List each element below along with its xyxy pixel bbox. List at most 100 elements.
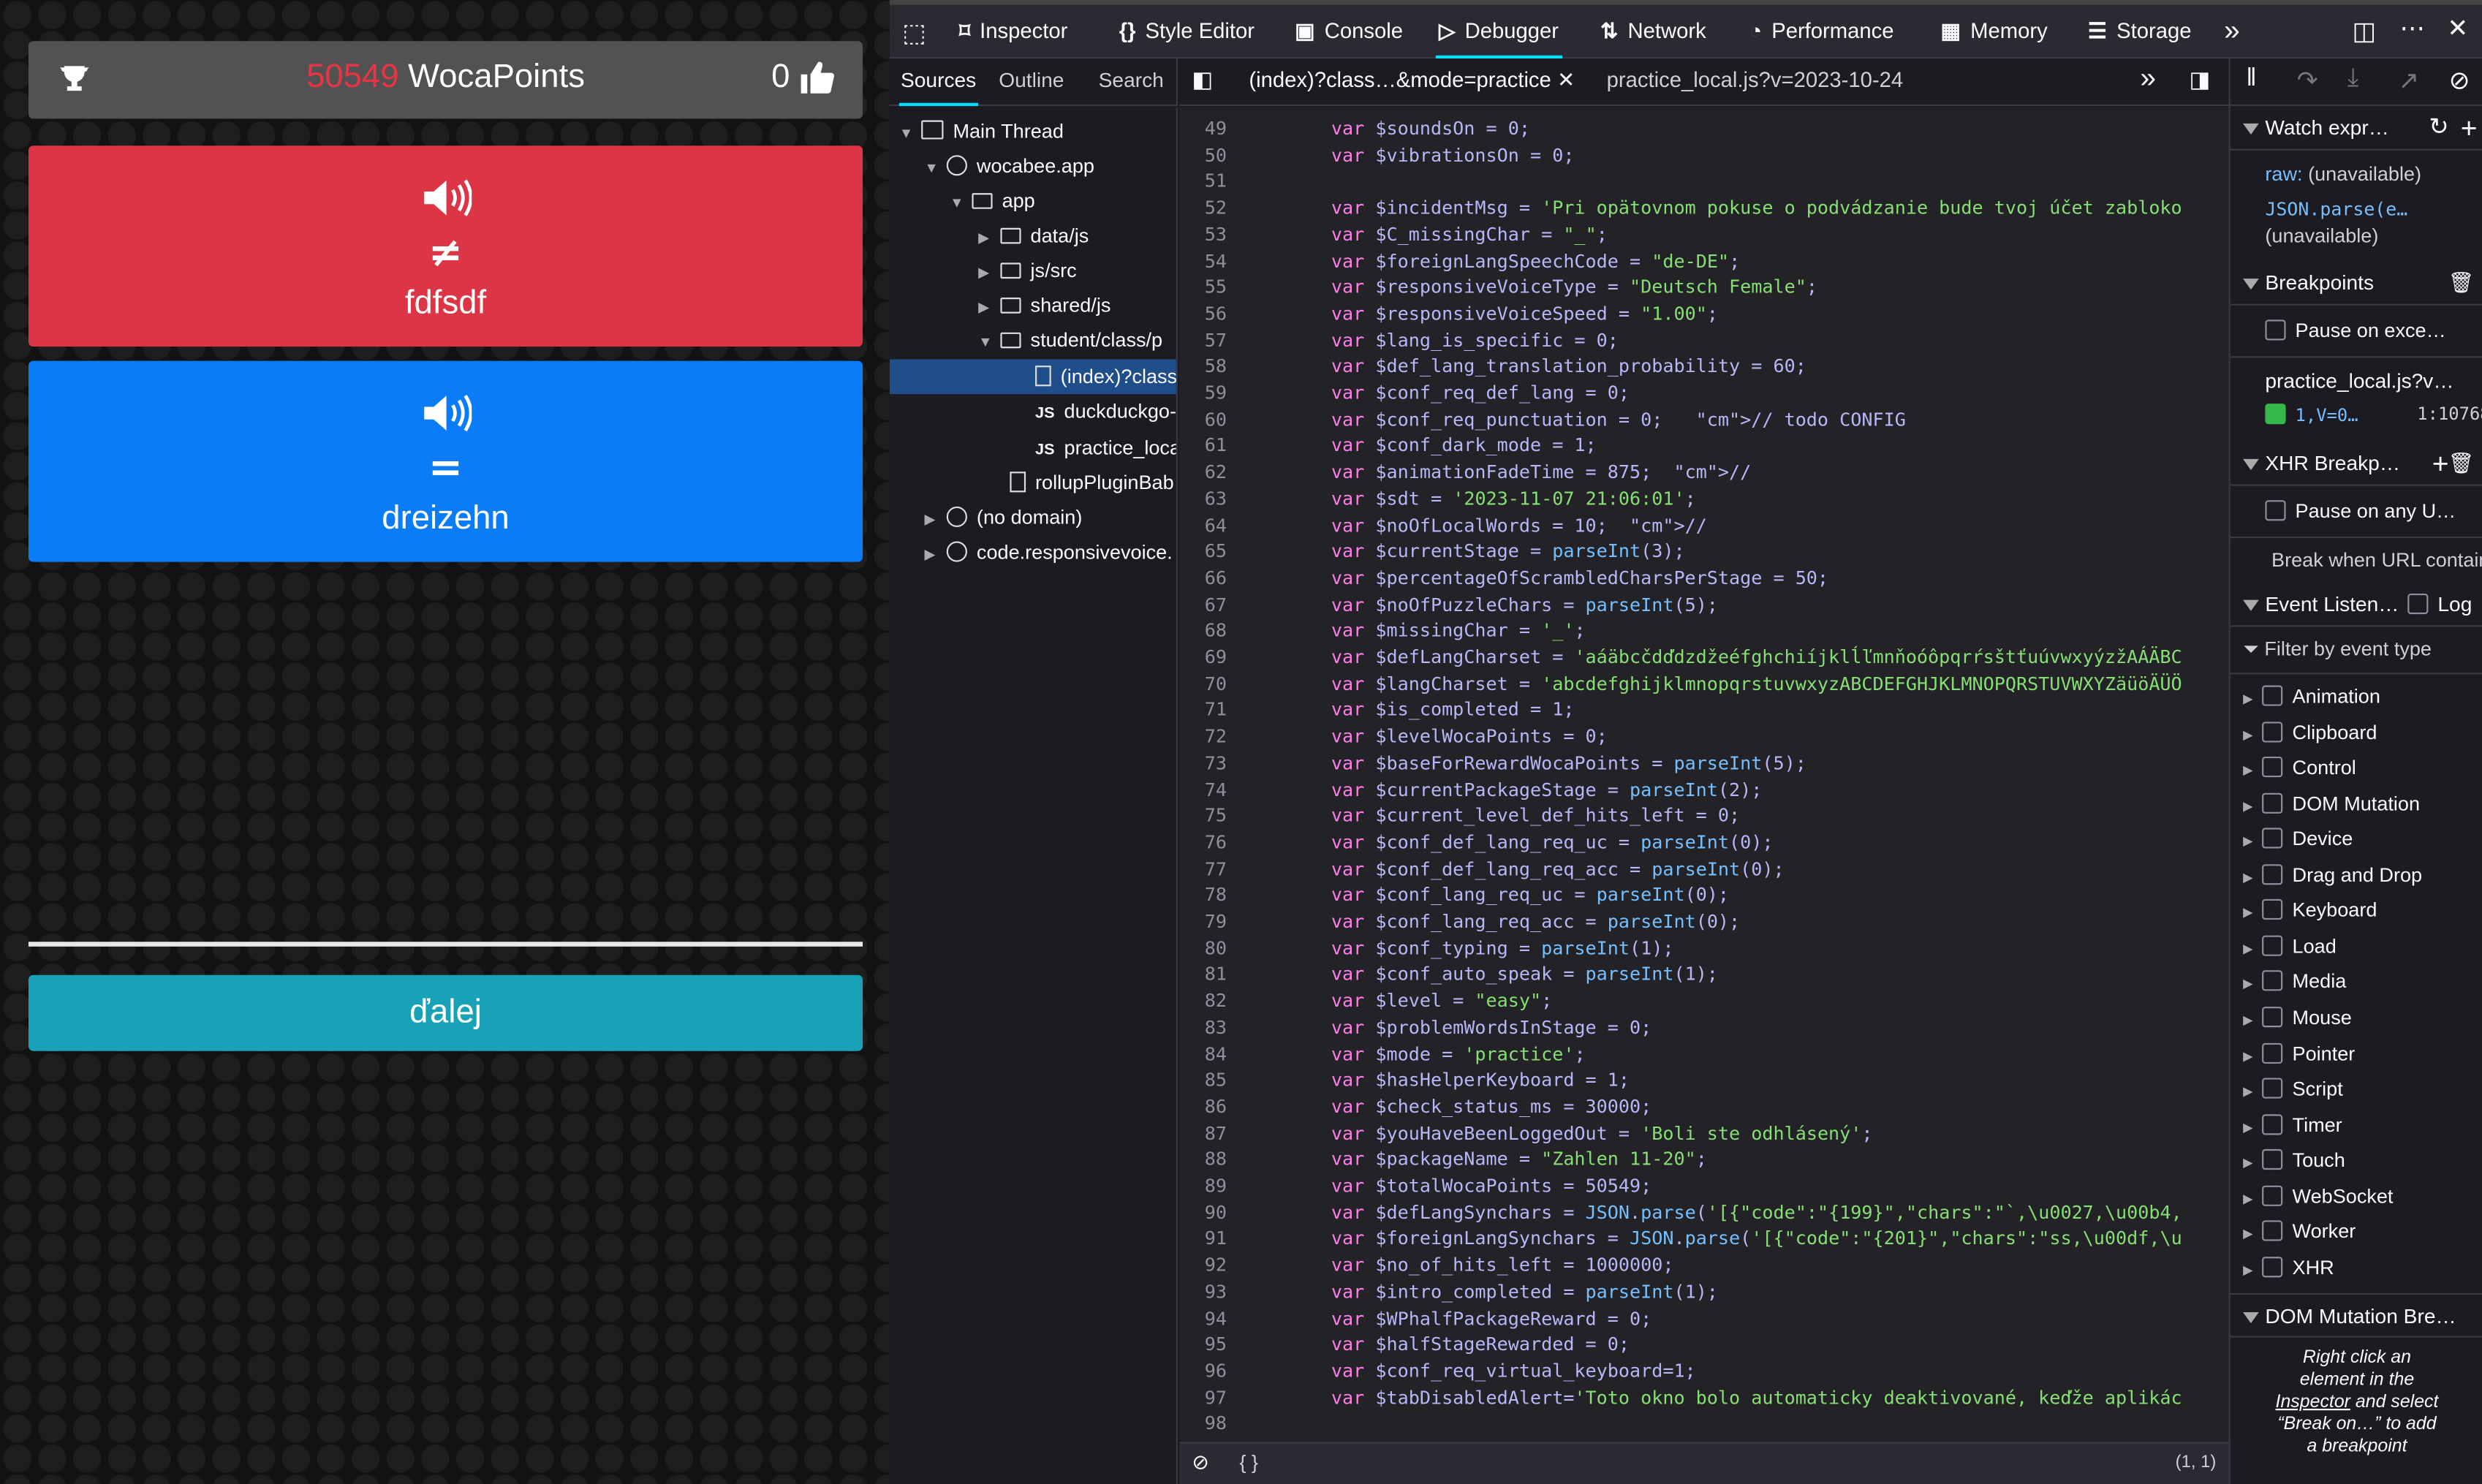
tree-item[interactable]: ▶ code.responsivevoice. xyxy=(924,535,1173,570)
line-number[interactable]: 53 xyxy=(1179,223,1227,245)
line-number[interactable]: 59 xyxy=(1179,382,1227,404)
line-number[interactable]: 60 xyxy=(1179,408,1227,430)
line-number[interactable]: 95 xyxy=(1179,1333,1227,1355)
pretty-print-icon[interactable]: { } xyxy=(1239,1451,1258,1473)
file-tab-index[interactable]: (index)?class…&mode=practice ✕ xyxy=(1249,68,1575,94)
dock-icon[interactable]: ◫ xyxy=(2352,16,2376,48)
tab-outline[interactable]: Outline xyxy=(999,68,1064,91)
inspector-link[interactable]: Inspector xyxy=(2276,1393,2350,1412)
line-number[interactable]: 68 xyxy=(1179,619,1227,641)
line-number[interactable]: 63 xyxy=(1179,487,1227,509)
tab-sources[interactable]: Sources xyxy=(901,68,976,91)
line-number[interactable]: 69 xyxy=(1179,646,1227,667)
close-icon[interactable]: ✕ xyxy=(2447,12,2468,44)
speaker-icon[interactable] xyxy=(421,393,472,434)
line-number[interactable]: 86 xyxy=(1179,1095,1227,1117)
answer-card-wrong[interactable]: ≠ fdfsdf xyxy=(28,145,863,347)
add-icon[interactable]: + xyxy=(2432,442,2449,486)
code-editor[interactable]: 49 var $soundsOn = 0; 50 var $vibrationsOn … xyxy=(1179,107,2229,1442)
line-number[interactable]: 77 xyxy=(1179,858,1227,879)
step-in-icon[interactable]: ⤓ xyxy=(2347,65,2358,94)
line-number[interactable]: 55 xyxy=(1179,276,1227,298)
event-category[interactable]: ▶ Drag and Drop xyxy=(2243,858,2422,893)
breakpoint-item[interactable]: 1,V=0…1:10768 xyxy=(2265,404,2482,425)
tab-debugger[interactable]: ▷ Debugger xyxy=(1435,4,1562,59)
line-number[interactable]: 71 xyxy=(1179,699,1227,721)
tab-inspector[interactable]: ⌑ Inspector xyxy=(959,4,1067,58)
line-number[interactable]: 67 xyxy=(1179,593,1227,615)
tab-network[interactable]: ⇅ Network xyxy=(1600,4,1706,58)
line-number[interactable]: 49 xyxy=(1179,117,1227,139)
pause-icon[interactable]: ‖ xyxy=(2246,65,2256,94)
tree-item[interactable]: ▶ shared/js xyxy=(978,288,1111,323)
line-number[interactable]: 85 xyxy=(1179,1069,1227,1091)
line-number[interactable]: 97 xyxy=(1179,1386,1227,1408)
trash-icon[interactable]: 🗑 xyxy=(2448,442,2474,486)
event-category[interactable]: ▶ Keyboard xyxy=(2243,893,2377,928)
event-category[interactable]: ▶ Script xyxy=(2243,1072,2343,1107)
tree-item[interactable]: ▼ wocabee.app xyxy=(924,149,1094,184)
line-number[interactable]: 92 xyxy=(1179,1254,1227,1276)
toggle-sidebar-icon[interactable]: ◧ xyxy=(1192,67,1213,94)
line-number[interactable]: 51 xyxy=(1179,170,1227,192)
tab-console[interactable]: ▣ Console xyxy=(1295,4,1403,58)
line-number[interactable]: 64 xyxy=(1179,514,1227,536)
deactivate-breakpoints-icon[interactable]: ⊘ xyxy=(2449,65,2470,96)
tree-item[interactable]: rollupPluginBab xyxy=(1010,466,1174,501)
event-category[interactable]: ▶ Timer xyxy=(2243,1108,2342,1143)
line-number[interactable]: 74 xyxy=(1179,778,1227,800)
tree-item-selected[interactable]: (index)?class xyxy=(889,359,1176,395)
trash-icon[interactable]: 🗑 xyxy=(2448,261,2474,306)
break-url-input[interactable]: Break when URL contain xyxy=(2271,549,2482,571)
step-over-icon[interactable]: ↷ xyxy=(2297,65,2318,96)
answer-card-correct[interactable]: = dreizehn xyxy=(28,360,863,562)
line-number[interactable]: 82 xyxy=(1179,989,1227,1011)
event-category[interactable]: ▶ Device xyxy=(2243,822,2353,857)
event-category[interactable]: ▶ Pointer xyxy=(2243,1036,2355,1071)
line-number[interactable]: 98 xyxy=(1179,1412,1227,1434)
log-checkbox[interactable]: Log xyxy=(2407,583,2472,627)
tree-item[interactable]: JS practice_local xyxy=(1035,431,1176,466)
line-number[interactable]: 75 xyxy=(1179,804,1227,826)
tree-item[interactable]: ▼ app xyxy=(950,183,1035,219)
line-number[interactable]: 93 xyxy=(1179,1280,1227,1302)
dom-mutation-header[interactable]: DOM Mutation Bre… xyxy=(2230,1292,2482,1338)
line-number[interactable]: 94 xyxy=(1179,1306,1227,1328)
line-number[interactable]: 54 xyxy=(1179,249,1227,271)
event-category[interactable]: ▶ Control xyxy=(2243,751,2356,786)
next-button[interactable]: ďalej xyxy=(28,974,863,1051)
tree-item[interactable]: ▼ Main Thread xyxy=(899,114,1064,149)
line-number[interactable]: 72 xyxy=(1179,725,1227,747)
line-number[interactable]: 70 xyxy=(1179,673,1227,694)
event-category[interactable]: ▶ Media xyxy=(2243,964,2346,999)
tree-item[interactable]: JS duckduckgo- xyxy=(1035,394,1176,429)
tree-item[interactable]: ▶ data/js xyxy=(978,219,1089,254)
add-icon[interactable]: + xyxy=(2461,106,2478,151)
line-number[interactable]: 83 xyxy=(1179,1016,1227,1038)
line-number[interactable]: 73 xyxy=(1179,752,1227,773)
line-number[interactable]: 50 xyxy=(1179,143,1227,165)
pause-any-url[interactable]: Pause on any U… xyxy=(2265,500,2456,523)
close-tab-icon[interactable]: ✕ xyxy=(1557,68,1575,91)
tab-performance[interactable]: ◔ Performance xyxy=(1749,4,1894,58)
line-number[interactable]: 80 xyxy=(1179,936,1227,958)
line-number[interactable]: 52 xyxy=(1179,197,1227,219)
event-category[interactable]: ▶ WebSocket xyxy=(2243,1178,2393,1214)
event-category[interactable]: ▶ Animation xyxy=(2243,679,2380,714)
event-category[interactable]: ▶ XHR xyxy=(2243,1250,2334,1285)
event-category[interactable]: ▶ Load xyxy=(2243,929,2337,964)
element-picker-icon[interactable]: ⬚ xyxy=(902,18,926,49)
line-number[interactable]: 76 xyxy=(1179,830,1227,852)
line-number[interactable]: 81 xyxy=(1179,963,1227,985)
line-number[interactable]: 79 xyxy=(1179,910,1227,932)
watch-expressions-header[interactable]: Watch expr… ↻ + xyxy=(2230,106,2482,151)
tree-item[interactable]: ▶ (no domain) xyxy=(924,500,1082,535)
line-number[interactable]: 58 xyxy=(1179,355,1227,377)
refresh-icon[interactable]: ↻ xyxy=(2429,106,2448,151)
tab-storage[interactable]: ☰ Storage xyxy=(2088,4,2192,58)
breakpoints-header[interactable]: Breakpoints 🗑 xyxy=(2230,261,2482,306)
event-category[interactable]: ▶ Touch xyxy=(2243,1143,2345,1178)
event-category[interactable]: ▶ Worker xyxy=(2243,1214,2356,1249)
tab-style-editor[interactable]: {} Style Editor xyxy=(1119,4,1255,58)
line-number[interactable]: 91 xyxy=(1179,1227,1227,1249)
